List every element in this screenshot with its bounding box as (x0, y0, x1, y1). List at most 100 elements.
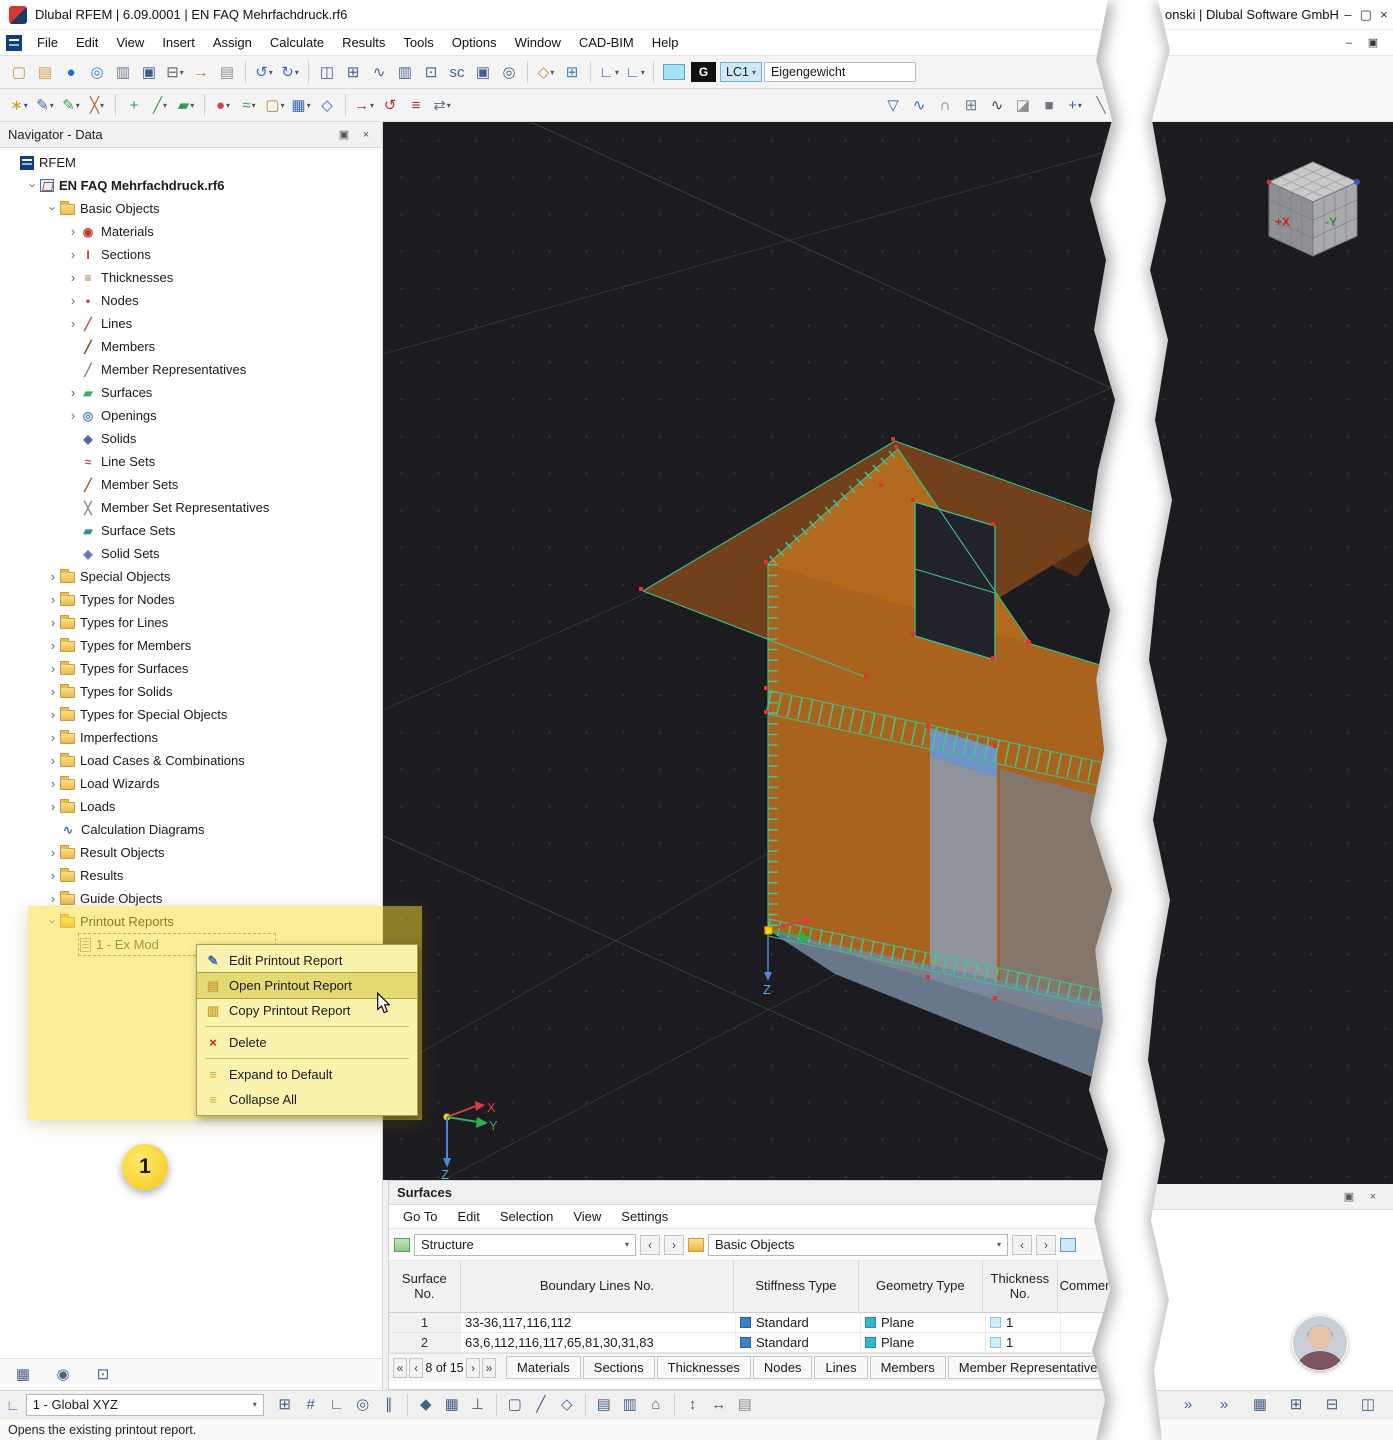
insert-member-icon[interactable]: ╱▾ (147, 92, 173, 118)
tree-chevron-icon[interactable] (46, 731, 60, 744)
minimize-button[interactable]: – (1339, 1, 1357, 29)
context-menu-item[interactable]: ≡ Expand to Default (197, 1062, 417, 1087)
display-properties-icon[interactable]: ▣▾ (470, 59, 496, 85)
navigator-float-icon[interactable]: ▣ (336, 128, 352, 141)
table-group-combo[interactable]: Structure▾ (414, 1234, 636, 1256)
tree-item[interactable]: Types for Special Objects (0, 703, 382, 726)
table-tab[interactable]: Member Representatives (948, 1356, 1115, 1379)
guide-objects-icon[interactable]: ∗▾ (6, 92, 32, 118)
rotate-icon[interactable]: ↺▾ (377, 92, 403, 118)
renumber-icon[interactable]: ↕ (680, 1392, 706, 1418)
menu-item[interactable]: Calculate (261, 31, 333, 54)
last-page-button[interactable]: » (482, 1358, 496, 1378)
visual-objects-icon[interactable]: ⌂ (643, 1392, 669, 1418)
insert-node-icon[interactable]: +▾ (121, 92, 147, 118)
grid-toggle-icon[interactable]: ⊞ (272, 1392, 298, 1418)
prev-page-button[interactable]: ‹ (409, 1358, 423, 1378)
prev-table-button[interactable]: ‹ (640, 1235, 660, 1255)
tree-chevron-icon[interactable] (46, 777, 60, 790)
menu-item[interactable]: CAD-BIM (570, 31, 643, 54)
numbering-icon[interactable]: ▦▾ (288, 92, 314, 118)
cartesian-snap-icon[interactable]: ∟ (324, 1392, 350, 1418)
tree-chevron-icon[interactable] (66, 386, 80, 399)
generate-objects-icon[interactable]: ╳▾ (84, 92, 110, 118)
frag-grid-icon[interactable]: ⊞ (1283, 1392, 1309, 1418)
coordinate-system-combo[interactable]: 1 - Global XYZ▾ (26, 1394, 264, 1416)
object-snap-icon[interactable]: ◆ (413, 1392, 439, 1418)
polar-snap-icon[interactable]: ◎ (350, 1392, 376, 1418)
viewport-3d[interactable]: Z X Y Z (383, 122, 1120, 1180)
tree-item[interactable]: I Sections (0, 243, 382, 266)
tree-item[interactable]: ◎ Openings (0, 404, 382, 427)
tree-chevron-icon[interactable] (46, 892, 60, 905)
menu-item[interactable]: View (107, 31, 153, 54)
next-table-button[interactable]: › (664, 1235, 684, 1255)
panel-float-icon[interactable]: ▣ (1341, 1190, 1357, 1203)
table-row[interactable]: 2 63,6,112,116,117,65,81,30,31,83 Standa… (389, 1333, 1119, 1353)
notes-icon[interactable]: ▤ (732, 1392, 758, 1418)
self-weight-indicator[interactable]: G (691, 62, 716, 82)
table-tab[interactable]: Members (870, 1356, 946, 1379)
print-icon[interactable]: ⊟▾ (162, 59, 188, 85)
column-header[interactable]: Comment (1058, 1261, 1119, 1312)
tree-item[interactable]: ∿ Calculation Diagrams (0, 818, 382, 841)
new-model-icon[interactable]: ▢▾ (6, 59, 32, 85)
table-tab[interactable]: Nodes (753, 1356, 813, 1379)
assign-attributes-icon[interactable]: ≈▾ (236, 92, 262, 118)
undo-icon[interactable]: ↺▾ (251, 59, 277, 85)
navigator-close-icon[interactable]: × (358, 129, 374, 141)
select-window-icon[interactable]: ▢ (502, 1392, 528, 1418)
menu-item[interactable]: Help (643, 31, 688, 54)
object-colors-icon[interactable]: ●▾ (210, 92, 236, 118)
tree-item[interactable]: Types for Surfaces (0, 657, 382, 680)
navigation-cube[interactable]: +X -Y (1247, 142, 1379, 274)
tree-chevron-icon[interactable] (46, 869, 60, 882)
tree-chevron-icon[interactable] (46, 846, 60, 859)
tree-chevron-icon[interactable] (26, 179, 40, 192)
model-library-icon[interactable]: ◎▾ (84, 59, 110, 85)
data-panel-icon[interactable]: ▦ (12, 1362, 34, 1388)
tree-item[interactable]: RFEM (0, 151, 382, 174)
frag-tables-icon[interactable]: ▦ (1247, 1392, 1273, 1418)
save-icon[interactable]: ▣▾ (136, 59, 162, 85)
menu-item[interactable]: Tools (394, 31, 442, 54)
visibility-icon[interactable]: ◇▾ (314, 92, 340, 118)
table-columns-icon[interactable]: ▥▾ (392, 59, 418, 85)
table-menu-item[interactable]: Go To (393, 1206, 447, 1227)
copy-model-icon[interactable]: ▥▾ (110, 59, 136, 85)
tree-item[interactable]: EN FAQ Mehrfachdruck.rf6 (0, 174, 382, 197)
second-viewport[interactable]: +X -Y (1145, 122, 1393, 1184)
child-restore-button[interactable]: ▣ (1361, 33, 1385, 53)
model-axes-icon[interactable]: ∟▾ (596, 59, 622, 85)
tree-item[interactable]: Imperfections (0, 726, 382, 749)
category-combo[interactable]: Basic Objects▾ (708, 1234, 1008, 1256)
rendering-color-swatch[interactable] (663, 64, 685, 80)
tree-item[interactable]: ▰ Surface Sets (0, 519, 382, 542)
tree-item[interactable]: • Nodes (0, 289, 382, 312)
connect-icon[interactable]: ⇄▾ (429, 92, 455, 118)
new-surface-icon[interactable]: ◇▾ (533, 59, 559, 85)
menu-item[interactable]: Options (443, 31, 506, 54)
tree-chevron-icon[interactable] (46, 800, 60, 813)
table-row[interactable]: 1 33-36,117,116,112 Standard Plane 1 (389, 1313, 1119, 1333)
tables-panel-icon[interactable]: ⊞▾ (340, 59, 366, 85)
tree-item[interactable]: Types for Nodes (0, 588, 382, 611)
menu-item[interactable]: File (28, 31, 67, 54)
tree-chevron-icon[interactable] (66, 409, 80, 422)
tree-item[interactable]: Loads (0, 795, 382, 818)
table-tab[interactable]: Thicknesses (657, 1356, 751, 1379)
edit-parameters-icon[interactable]: ✎▾ (58, 92, 84, 118)
tree-item[interactable]: ≈ Line Sets (0, 450, 382, 473)
tree-chevron-icon[interactable] (66, 317, 80, 330)
close-button[interactable]: × (1375, 1, 1393, 29)
clip-plane-icon[interactable]: ╲▾ (1088, 92, 1114, 118)
snap-toggle-icon[interactable]: # (298, 1392, 324, 1418)
smooth-lines-icon[interactable]: ∿▾ (984, 92, 1010, 118)
snapshot-icon[interactable]: ⊡▾ (418, 59, 444, 85)
table-tab[interactable]: Sections (583, 1356, 655, 1379)
tree-item[interactable]: Special Objects (0, 565, 382, 588)
result-diagrams-icon[interactable]: ∿▾ (906, 92, 932, 118)
table-menu-item[interactable]: Settings (611, 1206, 678, 1227)
tree-item[interactable]: Load Cases & Combinations (0, 749, 382, 772)
tree-item[interactable]: ◆ Solid Sets (0, 542, 382, 565)
